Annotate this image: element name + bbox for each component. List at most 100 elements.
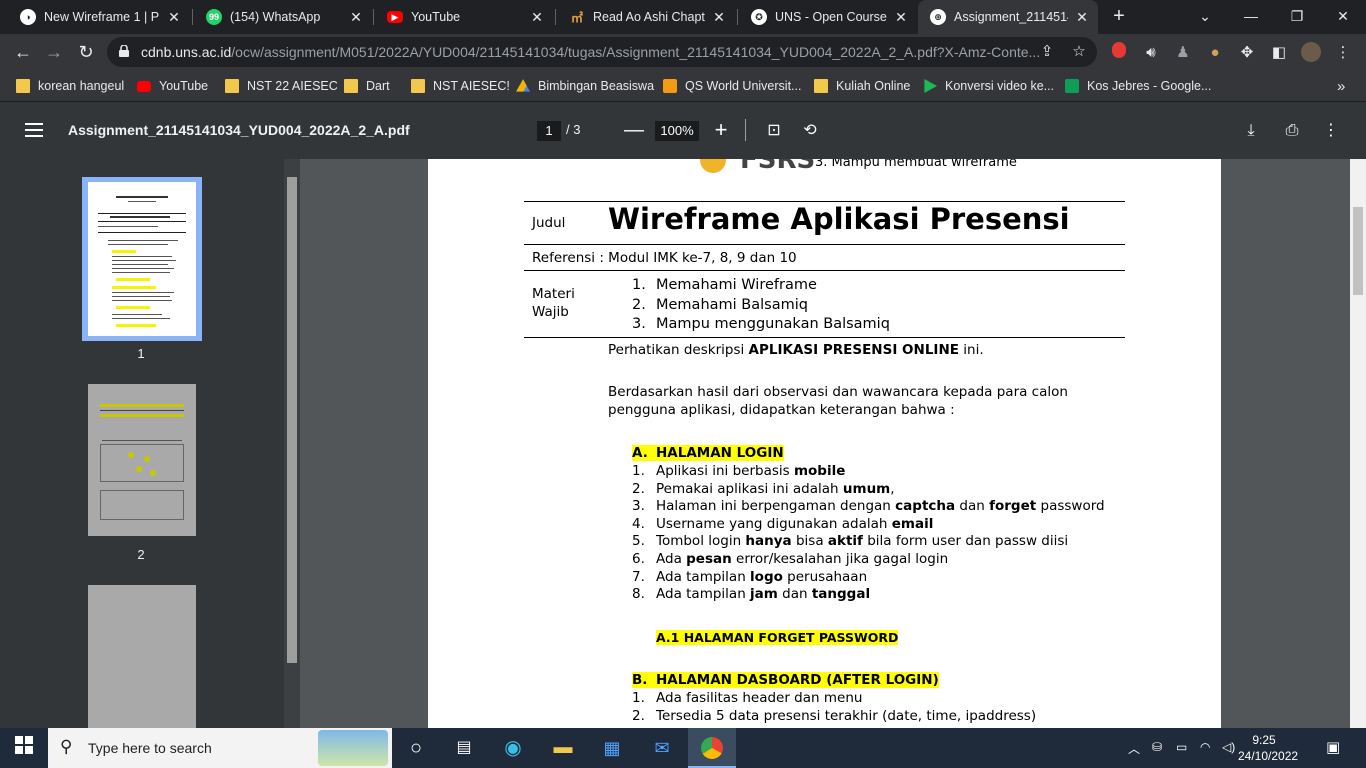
widgets-icon[interactable]: ▤ xyxy=(452,736,476,760)
divider xyxy=(524,244,1125,245)
tab-assignment-pdf[interactable]: ⊕ Assignment_2114514 ✕ xyxy=(918,0,1098,34)
referensi-text: Referensi : Modul IMK ke-7, 8, 9 dan 10 xyxy=(532,250,797,266)
rotate-icon[interactable]: ⟲ xyxy=(799,120,821,142)
browser-toolbar: ← → ↻ cdnb.uns.ac.id/ocw/assignment/M051… xyxy=(0,34,1366,71)
bookmark-kuliah-online[interactable]: Kuliah Online xyxy=(814,76,910,96)
reload-button[interactable]: ↻ xyxy=(73,40,99,66)
zoom-out-button[interactable]: — xyxy=(624,119,644,142)
document-scroll-thumb[interactable] xyxy=(1353,207,1363,295)
bookmarks-overflow-icon[interactable]: » xyxy=(1337,76,1345,96)
close-icon[interactable]: ✕ xyxy=(1074,9,1090,26)
pdf-filename: Assignment_21145141034_YUD004_2022A_2_A.… xyxy=(68,122,410,138)
page-thumbnail-1[interactable] xyxy=(82,177,202,341)
restore-button[interactable]: ❐ xyxy=(1274,0,1320,34)
avatar[interactable] xyxy=(1300,42,1322,64)
close-icon[interactable]: ✕ xyxy=(529,9,545,26)
tray-chevron-icon[interactable]: ︿ xyxy=(1128,740,1140,757)
bookmark-dart[interactable]: Dart xyxy=(344,76,390,96)
thumbnail-label-2: 2 xyxy=(137,547,145,562)
folder-icon xyxy=(814,79,828,93)
audio-icon[interactable]: 🔊︎ xyxy=(1140,42,1162,64)
url-text[interactable]: cdnb.uns.ac.id/ocw/assignment/M051/2022A… xyxy=(141,44,1101,60)
share-icon[interactable]: ⇪ xyxy=(1037,42,1057,62)
bookmark-youtube[interactable]: YouTube xyxy=(137,76,208,96)
bookmark-star-icon[interactable]: ☆ xyxy=(1069,42,1089,62)
store-icon[interactable]: ▦ xyxy=(600,736,624,760)
folder-icon xyxy=(16,79,30,93)
bookmark-nst22[interactable]: NST 22 AIESEC xyxy=(225,76,338,96)
chrome-taskbar-icon[interactable] xyxy=(688,728,736,768)
tab-balsamiq[interactable]: ◑ New Wireframe 1 | Pre ✕ xyxy=(8,0,190,34)
list-item: 3. Mampu menggunakan Balsamiq xyxy=(632,316,890,332)
list-item: 7. Ada tampilan logo perusahaan xyxy=(632,568,868,585)
tab-uns-ocw[interactable]: ✪ UNS - Open CourseW ✕ xyxy=(739,0,917,34)
sheets-icon xyxy=(1065,79,1079,93)
document-scrollbar[interactable] xyxy=(1350,159,1366,728)
mail-icon[interactable]: ✉ xyxy=(650,736,674,760)
document-title: Wireframe Aplikasi Presensi xyxy=(608,202,1070,236)
file-explorer-icon[interactable]: ▬ xyxy=(551,736,575,760)
bookmark-korean-hangeul[interactable]: korean hangeul xyxy=(16,76,124,96)
tab-whatsapp[interactable]: 99 (154) WhatsApp ✕ xyxy=(194,0,372,34)
page-thumbnail-2[interactable] xyxy=(88,384,196,536)
bookmarks-bar: korean hangeul YouTube NST 22 AIESEC Dar… xyxy=(0,71,1366,102)
puzzle-icon[interactable]: ✥ xyxy=(1236,42,1258,64)
bookmark-qs[interactable]: QS World Universit... xyxy=(663,76,801,96)
page-number-input[interactable]: 1 xyxy=(537,121,561,141)
bookmark-kos-jebres[interactable]: Kos Jebres - Google... xyxy=(1065,76,1211,96)
bookmark-konversi[interactable]: Konversi video ke... xyxy=(923,76,1054,96)
close-icon[interactable]: ✕ xyxy=(348,9,364,26)
download-icon[interactable]: ⤓ xyxy=(1240,120,1262,142)
youtube-icon xyxy=(137,80,151,92)
tray-app-icon[interactable]: ⛁ xyxy=(1152,740,1162,754)
close-icon[interactable]: ✕ xyxy=(893,9,909,26)
drive-icon xyxy=(516,79,530,92)
more-menu-icon[interactable]: ⋮ xyxy=(1332,42,1354,64)
fit-page-icon[interactable]: ⊡ xyxy=(763,120,785,142)
close-icon[interactable]: ✕ xyxy=(711,9,727,26)
tab-ao-ashi[interactable]: ㎡ Read Ao Ashi Chapter ✕ xyxy=(557,0,735,34)
cookie-icon[interactable]: ● xyxy=(1204,42,1226,64)
lock-icon xyxy=(119,45,129,57)
system-clock[interactable]: 9:25 24/10/2022 xyxy=(1238,732,1298,764)
extension-record-icon[interactable] xyxy=(1108,42,1130,64)
bookmark-bimbingan[interactable]: Bimbingan Beasiswa xyxy=(516,76,654,96)
volume-icon[interactable]: ◁) xyxy=(1222,740,1235,754)
tab-youtube[interactable]: ▶ YouTube ✕ xyxy=(375,0,553,34)
manga-icon: ㎡ xyxy=(570,10,583,25)
taskbar-search-box[interactable]: ⚲ Type here to search xyxy=(48,728,392,768)
new-tab-button[interactable]: + xyxy=(1108,6,1130,28)
print-icon[interactable]: ⎙ xyxy=(1281,120,1303,142)
side-panel-icon[interactable]: ◧ xyxy=(1268,42,1290,64)
forward-button[interactable]: → xyxy=(41,40,67,66)
tab-search-icon[interactable]: ⌄ xyxy=(1182,0,1228,34)
edge-icon[interactable]: ◉ xyxy=(501,736,525,760)
logo-mark xyxy=(700,159,726,173)
address-bar[interactable]: cdnb.uns.ac.id/ocw/assignment/M051/2022A… xyxy=(107,37,1097,67)
task-view-icon[interactable]: ○ xyxy=(404,736,428,760)
more-options-icon[interactable]: ⋮ xyxy=(1320,120,1342,142)
folder-icon xyxy=(344,79,358,93)
notifications-icon[interactable]: ▣ xyxy=(1326,738,1340,756)
menu-icon[interactable] xyxy=(25,123,43,137)
zoom-in-button[interactable]: + xyxy=(713,117,729,143)
close-window-button[interactable]: ✕ xyxy=(1320,0,1366,34)
play-icon xyxy=(924,79,937,93)
page-thumbnail-3[interactable] xyxy=(88,585,196,728)
folder-icon xyxy=(411,79,425,93)
close-icon[interactable]: ✕ xyxy=(166,9,182,26)
back-button[interactable]: ← xyxy=(10,40,36,66)
list-item: 2. Pemakai aplikasi ini adalah umum, xyxy=(632,480,895,497)
windows-start-icon[interactable] xyxy=(12,736,36,760)
sidebar-scroll-thumb[interactable] xyxy=(287,177,297,663)
battery-icon[interactable]: ▭ xyxy=(1176,740,1187,754)
wifi-icon[interactable]: ◠ xyxy=(1200,740,1210,754)
minimize-button[interactable]: — xyxy=(1228,0,1274,34)
zoom-input[interactable]: 100% xyxy=(655,121,699,141)
materi-label: Materi xyxy=(532,286,575,302)
folder-icon xyxy=(225,79,239,93)
windows-taskbar: ⚲ Type here to search ○ ▤ ◉ ▬ ▦ ✉ ︿ ⛁ ▭ … xyxy=(0,728,1366,768)
judul-label: Judul xyxy=(532,215,566,231)
extension-icon[interactable]: ♟ xyxy=(1172,42,1194,64)
bookmark-nst-aiesec[interactable]: NST AIESEC! xyxy=(411,76,510,96)
